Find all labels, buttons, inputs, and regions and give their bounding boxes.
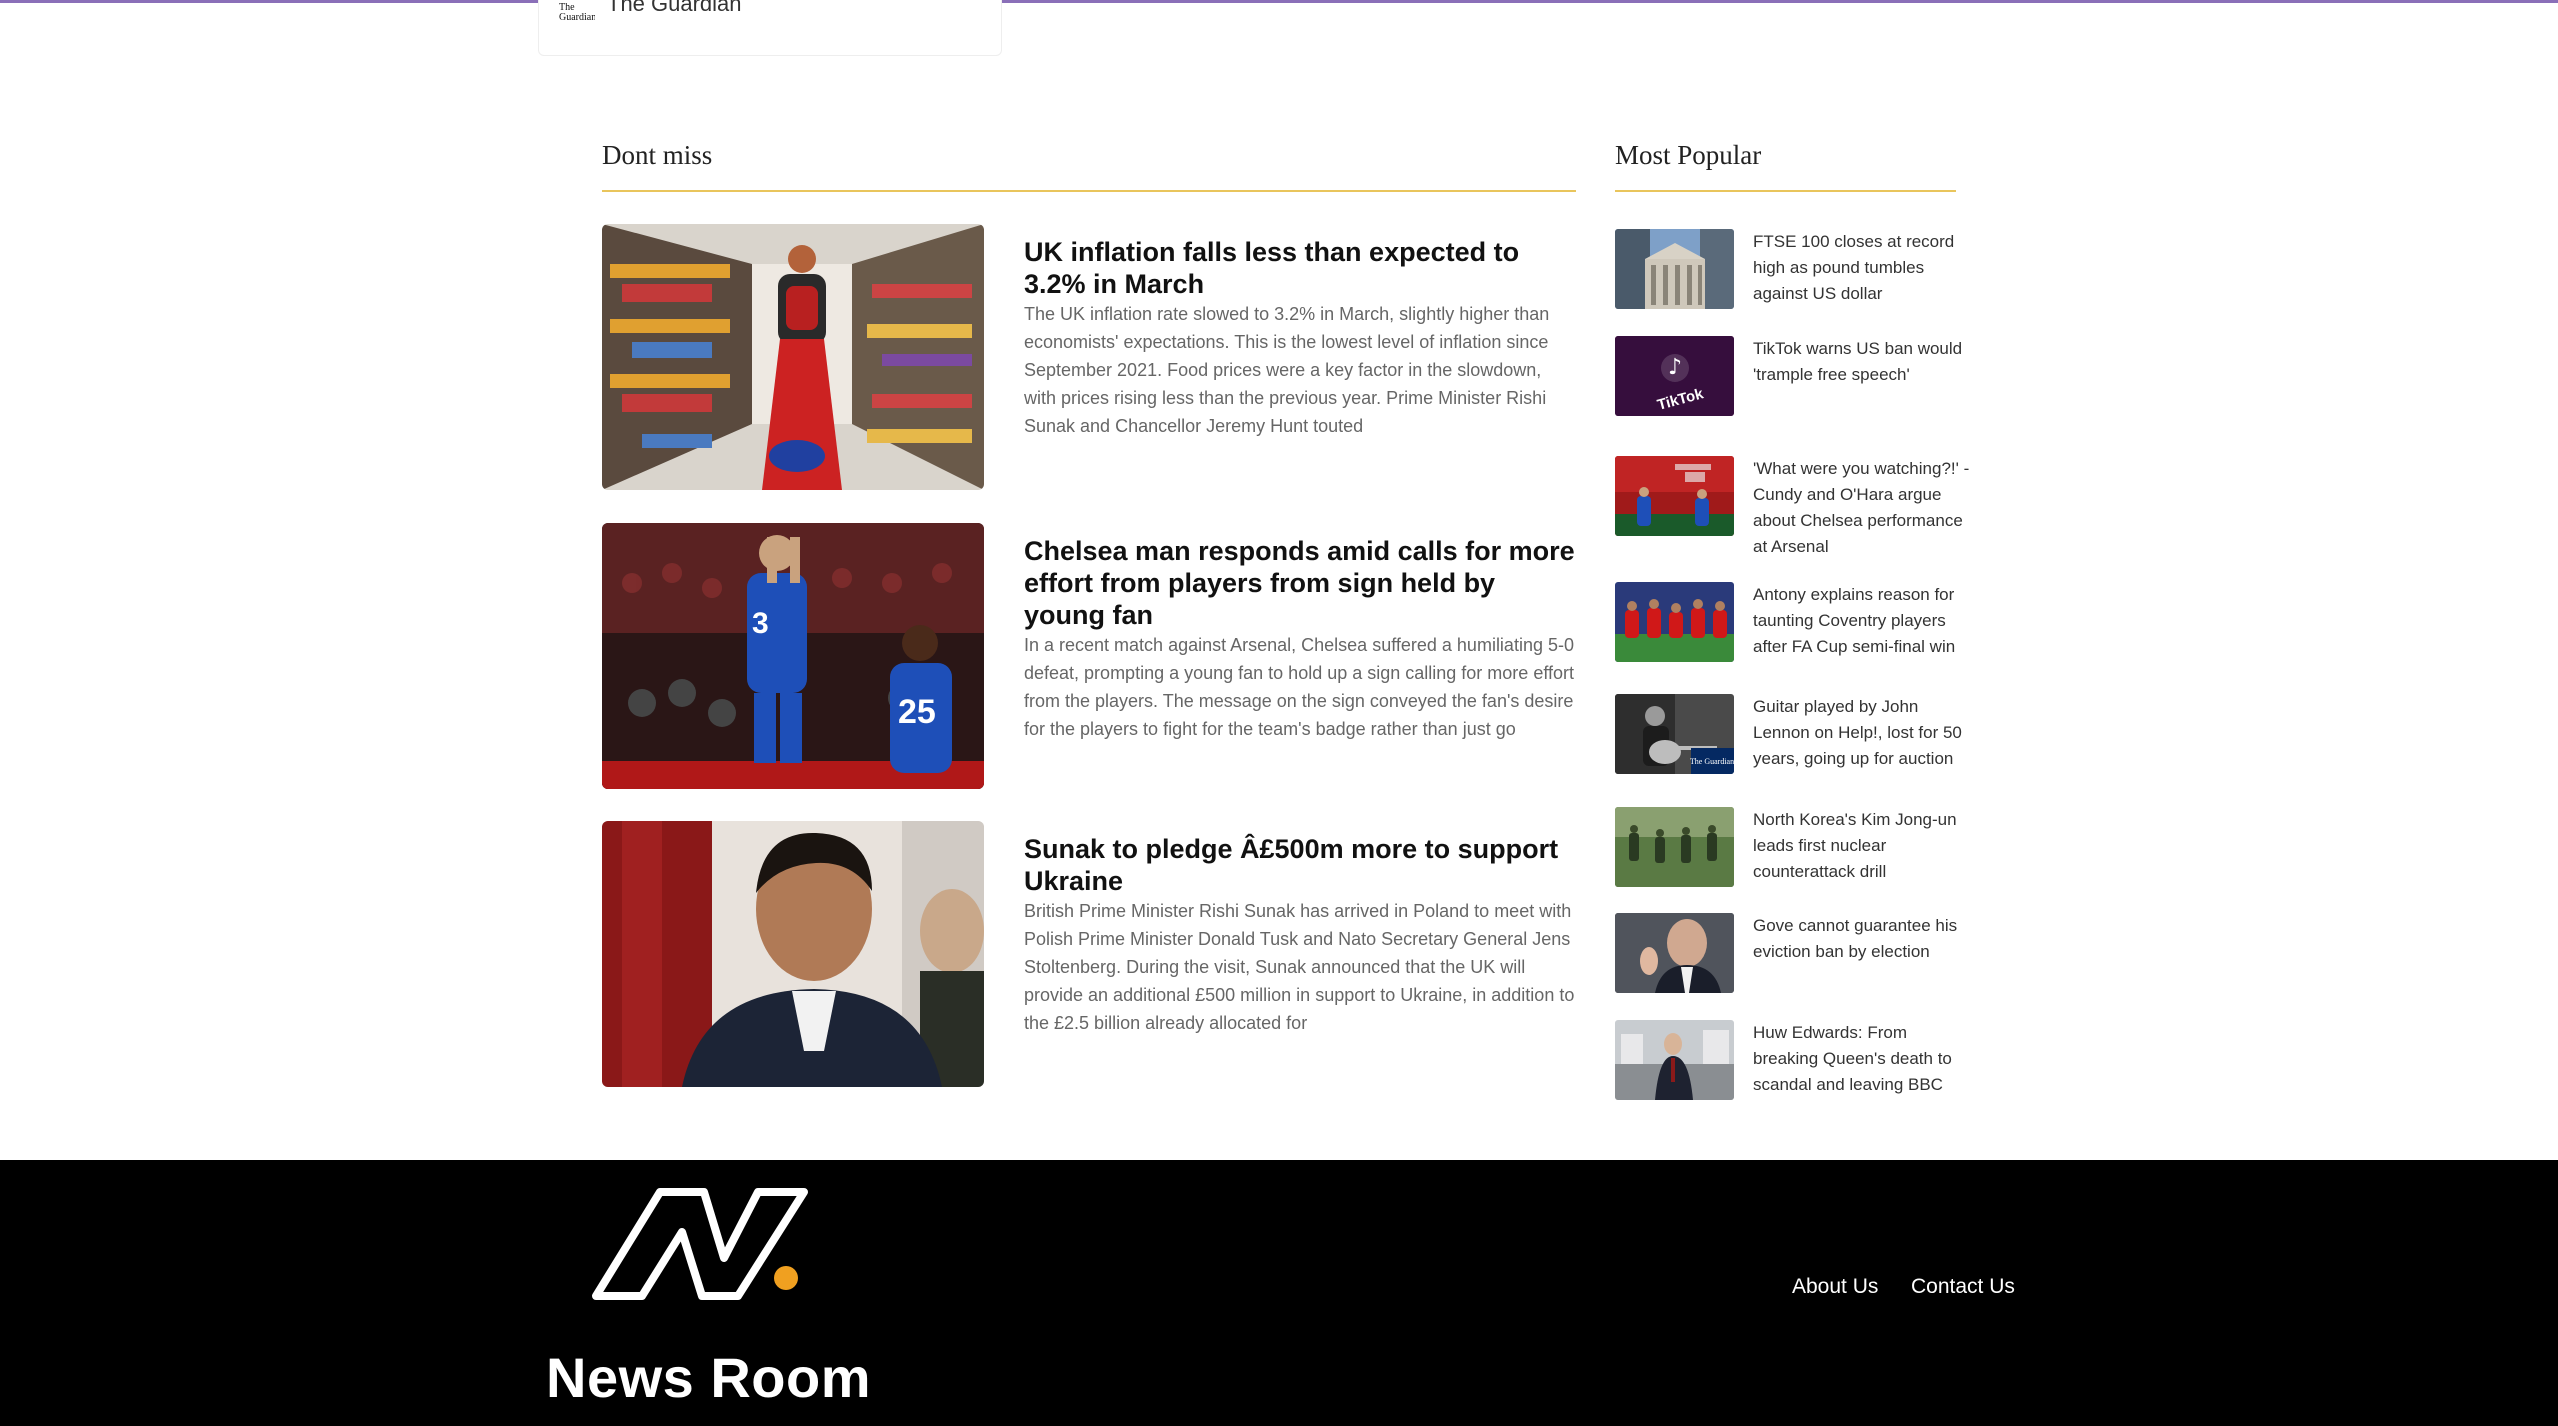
popular-item-title[interactable]: Guitar played by John Lennon on Help!, l… <box>1753 694 1975 772</box>
brand-name: News Room <box>546 1346 871 1409</box>
top-border-line <box>0 0 2558 3</box>
article-card[interactable]: 3 25 Chelsea man responds amid calls for… <box>602 523 1576 789</box>
article-headline[interactable]: Sunak to pledge Â£500m more to support U… <box>1024 833 1576 897</box>
article-headline[interactable]: UK inflation falls less than expected to… <box>1024 236 1576 300</box>
about-us-link[interactable]: About Us <box>1792 1276 1878 1297</box>
popular-item-title[interactable]: FTSE 100 closes at record high as pound … <box>1753 229 1975 307</box>
article-headline[interactable]: Chelsea man responds amid calls for more… <box>1024 535 1576 631</box>
source-logo: The Guardian <box>559 3 595 21</box>
popular-item-title[interactable]: North Korea's Kim Jong-un leads first nu… <box>1753 807 1975 885</box>
popular-item-title[interactable]: 'What were you watching?!' - Cundy and O… <box>1753 456 1975 560</box>
popular-item-title[interactable]: TikTok warns US ban would 'trample free … <box>1753 336 1975 388</box>
popular-thumb-ftse[interactable] <box>1615 229 1734 309</box>
popular-thumb-guitar[interactable]: The Guardian <box>1615 694 1734 774</box>
popular-item-title[interactable]: Huw Edwards: From breaking Queen's death… <box>1753 1020 1975 1098</box>
site-footer: News Room About Us Contact Us <box>0 1160 2558 1426</box>
tiktok-icon: ♪ <box>1668 355 1682 380</box>
article-image-supermarket[interactable] <box>602 224 984 490</box>
popular-thumb-arsenal[interactable] <box>1615 456 1734 536</box>
most-popular-rule <box>1615 190 1956 192</box>
dont-miss-title: Dont miss <box>602 140 713 170</box>
popular-thumb-antony[interactable] <box>1615 582 1734 662</box>
popular-item-title[interactable]: Antony explains reason for taunting Cove… <box>1753 582 1975 660</box>
article-card[interactable]: Sunak to pledge Â£500m more to support U… <box>602 821 1576 1087</box>
source-card[interactable]: The Guardian The Guardian <box>538 0 1002 56</box>
popular-thumb-huw[interactable] <box>1615 1020 1734 1100</box>
jersey-number: 25 <box>898 693 936 731</box>
news-room-logo[interactable] <box>590 1186 810 1301</box>
popular-item-title[interactable]: Gove cannot guarantee his eviction ban b… <box>1753 913 1975 965</box>
article-image-chelsea[interactable]: 3 25 <box>602 523 984 789</box>
most-popular-title: Most Popular <box>1615 140 1762 170</box>
popular-thumb-gove[interactable] <box>1615 913 1734 993</box>
source-name: The Guardian <box>607 0 742 16</box>
article-summary: British Prime Minister Rishi Sunak has a… <box>1024 901 1575 1033</box>
dont-miss-rule <box>602 190 1576 192</box>
popular-thumb-korea[interactable] <box>1615 807 1734 887</box>
article-card[interactable]: UK inflation falls less than expected to… <box>602 224 1576 490</box>
contact-us-link[interactable]: Contact Us <box>1911 1276 2015 1297</box>
popular-thumb-tiktok[interactable]: ♪ TikTok <box>1615 336 1734 416</box>
jersey-number: 3 <box>752 607 769 640</box>
article-summary: In a recent match against Arsenal, Chels… <box>1024 635 1575 739</box>
article-image-sunak[interactable] <box>602 821 984 1087</box>
guardian-badge: The Guardian <box>1690 757 1734 766</box>
article-summary: The UK inflation rate slowed to 3.2% in … <box>1024 304 1550 436</box>
